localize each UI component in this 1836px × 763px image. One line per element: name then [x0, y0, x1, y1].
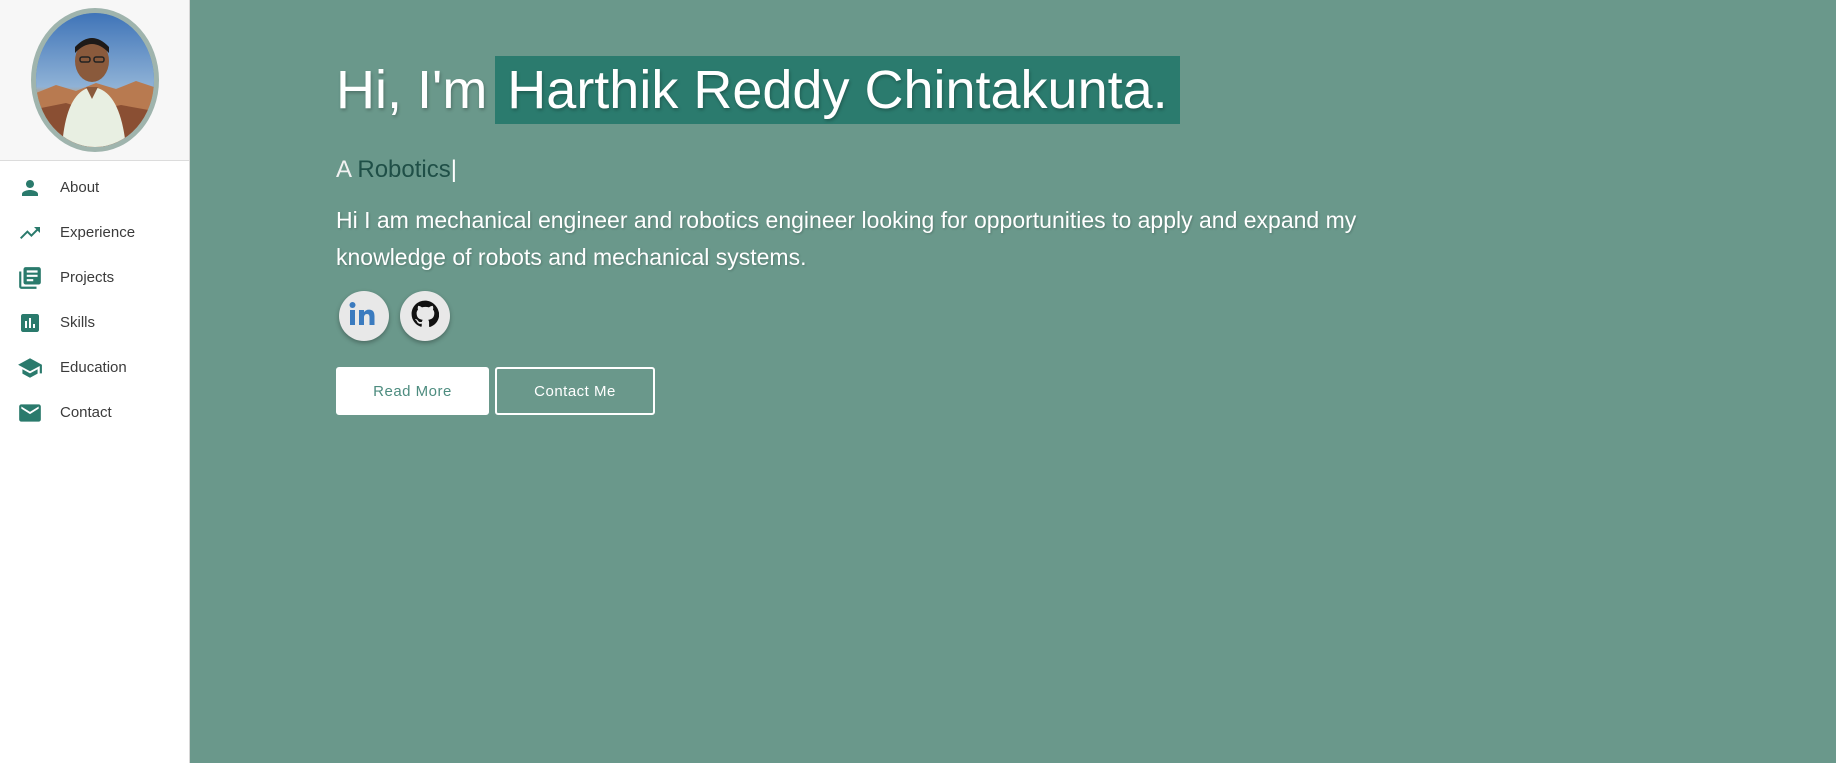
sidebar-item-label: Skills: [60, 314, 96, 331]
sidebar-item-label: Contact: [60, 404, 112, 421]
sidebar-nav: About Experience Projects Skills Educati…: [0, 161, 189, 435]
typed-cursor: |: [450, 156, 457, 183]
sidebar-item-about[interactable]: About: [0, 165, 189, 210]
bar-chart-icon: [16, 309, 44, 337]
bio-text: Hi I am mechanical engineer and robotics…: [336, 207, 1357, 270]
read-more-button[interactable]: Read More: [336, 367, 489, 415]
school-icon: [16, 354, 44, 382]
trending-up-icon: [16, 219, 44, 247]
hero-buttons: Read More Contact Me: [336, 367, 1436, 415]
hero-section: Hi, I'm Harthik Reddy Chintakunta. A Robo…: [336, 56, 1436, 415]
typed-role-line: A Robotics|: [336, 154, 1436, 186]
sidebar-item-education[interactable]: Education: [0, 345, 189, 390]
sidebar-item-label: Projects: [60, 269, 115, 286]
linkedin-link[interactable]: [339, 291, 389, 341]
linkedin-icon: [349, 301, 379, 332]
avatar: [30, 8, 159, 152]
sidebar-item-experience[interactable]: Experience: [0, 210, 189, 255]
page: About Experience Projects Skills Educati…: [0, 0, 1836, 763]
sidebar-item-label: Education: [60, 359, 127, 376]
person-icon: [16, 174, 44, 202]
sidebar-item-label: About: [60, 179, 100, 196]
sidebar-item-contact[interactable]: Contact: [0, 390, 189, 435]
typed-prefix: A: [336, 156, 351, 183]
sidebar-item-projects[interactable]: Projects: [0, 255, 189, 300]
greeting-text: Hi, I'm: [336, 60, 488, 120]
sidebar-item-label: Experience: [60, 224, 136, 241]
sidebar: About Experience Projects Skills Educati…: [0, 0, 190, 763]
github-icon: [411, 300, 440, 333]
hero-headline: Hi, I'm Harthik Reddy Chintakunta.: [336, 56, 1436, 124]
sidebar-item-skills[interactable]: Skills: [0, 300, 189, 345]
sidebar-header: [0, 0, 189, 161]
mail-icon: [16, 399, 44, 427]
library-books-icon: [16, 264, 44, 292]
contact-me-button[interactable]: Contact Me: [495, 367, 655, 415]
github-link[interactable]: [400, 291, 450, 341]
social-links: [336, 291, 1436, 341]
typed-role: Robotics: [357, 156, 451, 183]
main-content: Hi, I'm Harthik Reddy Chintakunta. A Robo…: [190, 0, 1836, 763]
hero-name: Harthik Reddy Chintakunta.: [495, 56, 1180, 124]
